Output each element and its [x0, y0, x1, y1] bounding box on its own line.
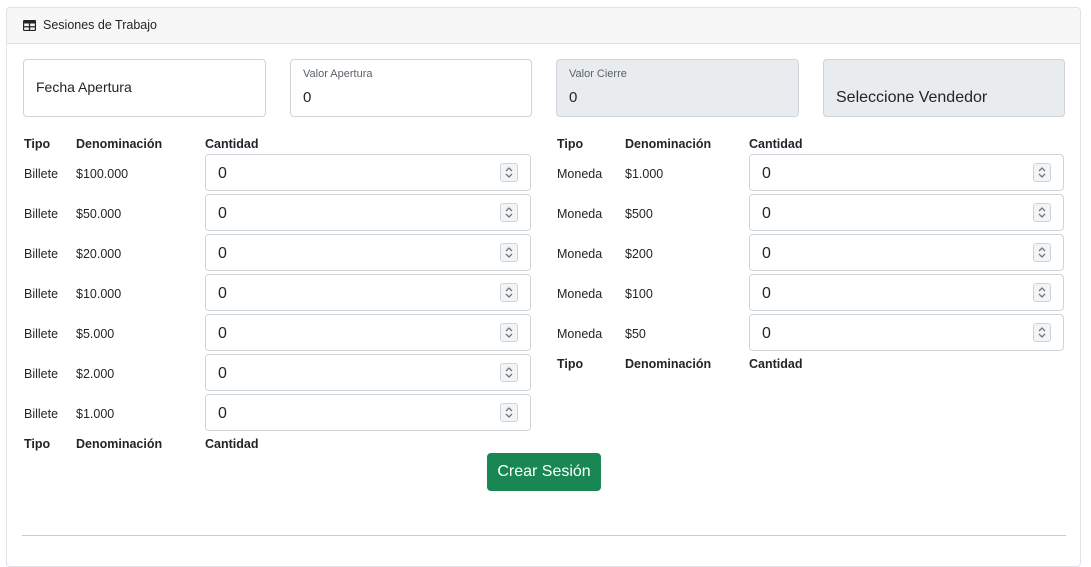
billetes-header-tipo: Tipo [24, 137, 51, 151]
spinner-updown-icon[interactable] [500, 283, 518, 302]
row-denominacion: $20.000 [76, 247, 122, 261]
row-tipo: Billete [24, 247, 59, 261]
valor-apertura-field[interactable]: Valor Apertura 0 [290, 59, 532, 117]
row-denominacion: $2.000 [76, 367, 115, 381]
cantidad-input[interactable]: 0 [749, 314, 1064, 351]
spinner-updown-icon[interactable] [500, 323, 518, 342]
row-denominacion: $10.000 [76, 287, 122, 301]
spinner-updown-icon[interactable] [500, 403, 518, 422]
cantidad-value: 0 [218, 365, 227, 382]
row-denominacion: $50 [625, 327, 646, 341]
spinner-updown-icon[interactable] [500, 243, 518, 262]
row-denominacion: $50.000 [76, 207, 122, 221]
cantidad-input[interactable]: 0 [205, 274, 531, 311]
valor-cierre-field: Valor Cierre 0 [556, 59, 799, 117]
monedas-footer-cantidad: Cantidad [749, 357, 803, 371]
cantidad-value: 0 [762, 325, 771, 342]
spinner-updown-icon[interactable] [500, 203, 518, 222]
row-tipo: Moneda [557, 247, 603, 261]
cantidad-value: 0 [762, 245, 771, 262]
spinner-updown-icon[interactable] [1033, 203, 1051, 222]
spinner-updown-icon[interactable] [1033, 243, 1051, 262]
cantidad-value: 0 [218, 205, 227, 222]
row-tipo: Moneda [557, 207, 603, 221]
monedas-footer-denominacion: Denominación [625, 357, 712, 371]
row-tipo: Moneda [557, 287, 603, 301]
billetes-footer-denominacion: Denominación [76, 437, 163, 451]
spinner-updown-icon[interactable] [1033, 163, 1051, 182]
cantidad-input[interactable]: 0 [205, 154, 531, 191]
cantidad-input[interactable]: 0 [749, 274, 1064, 311]
row-tipo: Billete [24, 207, 59, 221]
spinner-updown-icon[interactable] [500, 363, 518, 382]
monedas-header-cantidad: Cantidad [749, 137, 803, 151]
vendedor-select[interactable]: Seleccione Vendedor [823, 59, 1065, 117]
cantidad-value: 0 [218, 285, 227, 302]
divider [22, 535, 1066, 536]
spinner-updown-icon[interactable] [1033, 283, 1051, 302]
cantidad-value: 0 [762, 285, 771, 302]
cantidad-input[interactable]: 0 [205, 394, 531, 431]
row-tipo: Billete [24, 327, 59, 341]
row-denominacion: $1.000 [625, 167, 664, 181]
cantidad-value: 0 [218, 245, 227, 262]
row-denominacion: $100 [625, 287, 653, 301]
monedas-header-tipo: Tipo [557, 137, 584, 151]
cantidad-value: 0 [762, 205, 771, 222]
monedas-footer-tipo: Tipo [557, 357, 584, 371]
row-denominacion: $1.000 [76, 407, 115, 421]
cantidad-value: 0 [218, 165, 227, 182]
valor-cierre-label: Valor Cierre [569, 68, 627, 80]
row-denominacion: $100.000 [76, 167, 129, 181]
row-tipo: Billete [24, 367, 59, 381]
billetes-footer-cantidad: Cantidad [205, 437, 259, 451]
card-title: Sesiones de Trabajo [43, 18, 157, 32]
spinner-updown-icon[interactable] [500, 163, 518, 182]
row-tipo: Billete [24, 167, 59, 181]
cantidad-input[interactable]: 0 [749, 154, 1064, 191]
cantidad-input[interactable]: 0 [205, 354, 531, 391]
cantidad-value: 0 [218, 405, 227, 422]
cantidad-input[interactable]: 0 [749, 234, 1064, 271]
cantidad-input[interactable]: 0 [749, 194, 1064, 231]
fecha-apertura-label: Fecha Apertura [36, 79, 132, 95]
table-icon [23, 20, 36, 31]
row-tipo: Moneda [557, 327, 603, 341]
row-tipo: Billete [24, 407, 59, 421]
billetes-header-denominacion: Denominación [76, 137, 163, 151]
cantidad-input[interactable]: 0 [205, 194, 531, 231]
fecha-apertura-field[interactable]: Fecha Apertura [23, 59, 266, 117]
row-denominacion: $5.000 [76, 327, 115, 341]
row-denominacion: $500 [625, 207, 653, 221]
row-tipo: Moneda [557, 167, 603, 181]
valor-apertura-value: 0 [303, 89, 312, 106]
valor-cierre-value: 0 [569, 89, 578, 106]
row-tipo: Billete [24, 287, 59, 301]
cantidad-input[interactable]: 0 [205, 314, 531, 351]
crear-sesion-button[interactable]: Crear Sesión [487, 453, 601, 491]
spinner-updown-icon[interactable] [1033, 323, 1051, 342]
billetes-header-cantidad: Cantidad [205, 137, 259, 151]
cantidad-value: 0 [218, 325, 227, 342]
row-denominacion: $200 [625, 247, 653, 261]
billetes-footer-tipo: Tipo [24, 437, 51, 451]
cantidad-value: 0 [762, 165, 771, 182]
cantidad-input[interactable]: 0 [205, 234, 531, 271]
vendedor-select-value: Seleccione Vendedor [836, 89, 988, 106]
monedas-header-denominacion: Denominación [625, 137, 712, 151]
valor-apertura-label: Valor Apertura [303, 68, 373, 80]
card-header: Sesiones de Trabajo [7, 8, 1080, 44]
